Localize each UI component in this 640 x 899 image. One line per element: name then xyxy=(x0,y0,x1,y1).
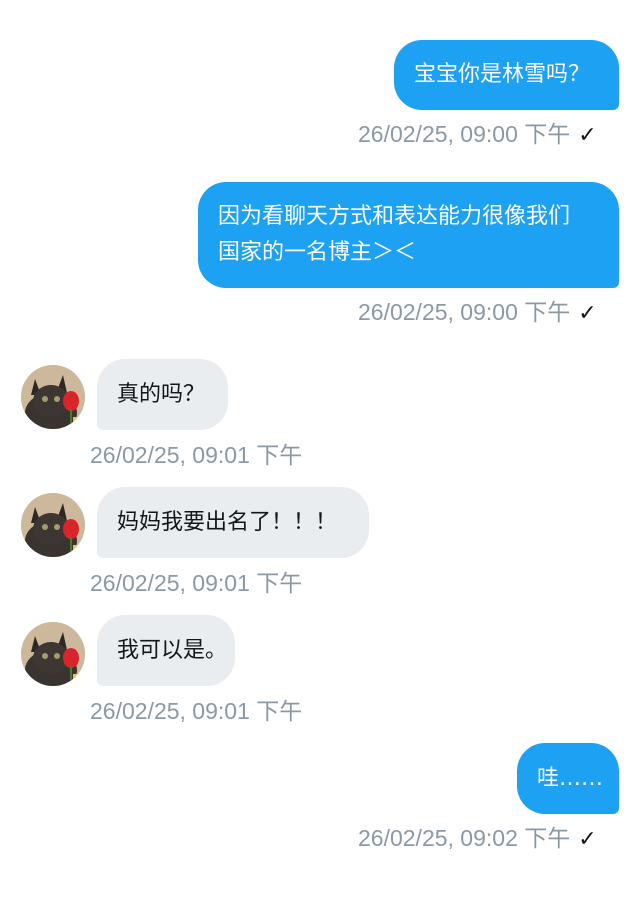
message-timestamp: 26/02/25, 09:02 下午 ✓ xyxy=(358,823,597,855)
message-timestamp: 26/02/25, 09:00 下午 ✓ xyxy=(358,297,597,329)
message-text: 我可以是。 xyxy=(117,638,228,663)
cat-with-rose-icon xyxy=(21,493,85,557)
message-bubble[interactable]: 妈妈我要出名了！！！ xyxy=(97,487,369,558)
checkmark-icon: ✓ xyxy=(578,301,597,326)
checkmark-icon: ✓ xyxy=(578,827,597,852)
avatar[interactable] xyxy=(21,365,85,429)
message-bubble[interactable]: 宝宝你是林雪吗？ xyxy=(394,40,619,110)
avatar[interactable] xyxy=(21,622,85,686)
message-bubble[interactable]: 因为看聊天方式和表达能力很像我们 国家的一名博主＞＜ xyxy=(198,182,619,288)
message-text-line: 因为看聊天方式和表达能力很像我们 xyxy=(218,204,571,229)
cat-with-rose-icon xyxy=(21,365,85,429)
message-bubble[interactable]: 我可以是。 xyxy=(97,615,235,686)
message-timestamp: 26/02/25, 09:01 下午 xyxy=(90,442,303,468)
message-text: 宝宝你是林雪吗？ xyxy=(414,62,591,87)
message-bubble[interactable]: 哇…… xyxy=(517,743,619,814)
dm-conversation: { "messages": [ {"direction": "out", "te… xyxy=(0,0,640,899)
message-timestamp: 26/02/25, 09:00 下午 ✓ xyxy=(358,119,597,151)
cat-with-rose-icon xyxy=(21,622,85,686)
avatar[interactable] xyxy=(21,493,85,557)
message-text-line: 国家的一名博主＞＜ xyxy=(218,240,417,265)
message-bubble[interactable]: 真的吗？ xyxy=(97,359,228,430)
message-text: 真的吗？ xyxy=(117,382,206,407)
message-timestamp: 26/02/25, 09:01 下午 xyxy=(90,698,303,724)
message-text: 哇…… xyxy=(537,766,604,791)
message-text: 妈妈我要出名了！！！ xyxy=(117,510,338,535)
checkmark-icon: ✓ xyxy=(578,123,597,148)
message-timestamp: 26/02/25, 09:01 下午 xyxy=(90,570,303,596)
